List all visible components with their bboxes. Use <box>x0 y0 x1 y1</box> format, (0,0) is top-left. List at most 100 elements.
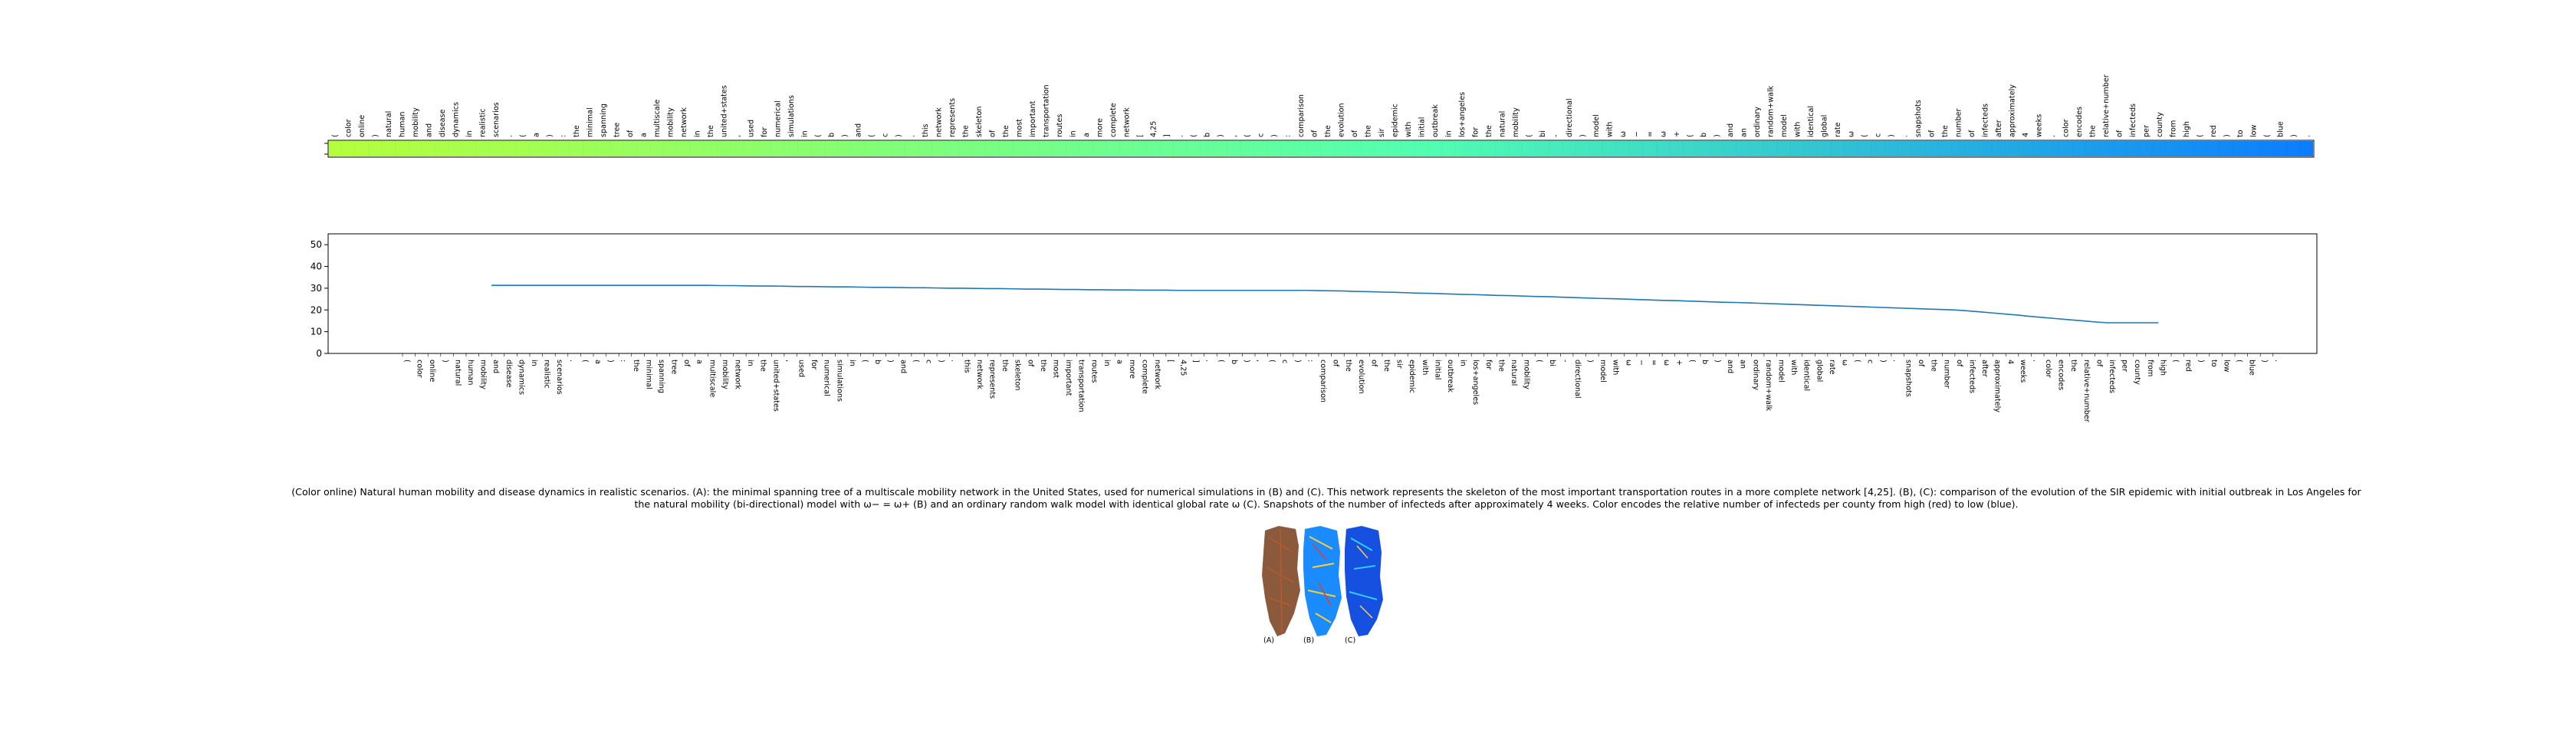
x-tick-label: and <box>899 360 907 373</box>
heatmap-cell <box>1468 140 1483 157</box>
heatmap-cell <box>851 140 866 157</box>
heatmap-token-label: online <box>358 115 366 137</box>
heatmap-token-label: routes <box>1056 114 1064 137</box>
x-tick-label: model <box>1777 360 1786 383</box>
heatmap-token-labels: (color online) natural human mobility and dise… <box>331 74 2312 137</box>
x-tick-label: in <box>1459 360 1467 366</box>
heatmap-cell <box>2139 140 2154 157</box>
heatmap-token-label: . <box>505 135 514 137</box>
heatmap-cell <box>449 140 463 157</box>
heatmap-token-label: spanning <box>600 104 608 137</box>
heatmap-cell <box>1374 140 1388 157</box>
heatmap-cell <box>1589 140 1603 157</box>
x-tick-label: spanning <box>657 360 665 393</box>
heatmap-token-label: high <box>2183 121 2191 137</box>
map-c-label: (C) <box>1345 636 1355 645</box>
x-tick-label: the <box>2069 360 2078 372</box>
x-tick-label: ) <box>441 360 449 363</box>
heatmap-token-label: ω <box>1659 131 1668 137</box>
heatmap-token-label: weeks <box>2035 114 2043 137</box>
heatmap-token-label: most <box>1015 119 1024 137</box>
x-tick-label: ( <box>2235 360 2243 363</box>
heatmap-cell <box>1173 140 1188 157</box>
heatmap-cell <box>1200 140 1214 157</box>
heatmap-token-label: the <box>1941 125 1950 137</box>
heatmap-cell <box>1012 140 1027 157</box>
x-tick-label: directional <box>1573 360 1582 399</box>
x-tick-label: mobility <box>479 360 488 389</box>
heatmap-token-label: . <box>1176 135 1184 137</box>
heatmap-token-label: ( <box>331 134 340 137</box>
heatmap-token-label: low <box>2249 124 2258 137</box>
heatmap-y-ticks <box>324 143 328 155</box>
heatmap-token-label: tree <box>613 123 621 137</box>
heatmap-cell <box>757 140 771 157</box>
heatmap-token-label: bi <box>1539 130 1547 137</box>
x-tick-label: a <box>593 360 602 364</box>
x-tick-label: los+angeles <box>1471 360 1480 405</box>
line-series <box>491 284 2159 324</box>
x-tick-label: approximately <box>1993 360 2002 412</box>
heatmap-cell <box>422 140 436 157</box>
heatmap-token-label: after <box>1995 120 2003 137</box>
heatmap-cell <box>569 140 583 157</box>
map-a-image: (A) <box>1262 526 1300 645</box>
heatmap-cell <box>341 140 356 157</box>
x-tick-label: mobility <box>721 360 729 389</box>
heatmap-cell <box>2005 140 2019 157</box>
heatmap-cell <box>1629 140 1644 157</box>
x-tick-label: . <box>1204 360 1213 362</box>
heatmap-token-label: infecteds <box>2129 104 2137 137</box>
heatmap-cell <box>1079 140 1093 157</box>
heatmap-token-label: mobility <box>1512 107 1520 137</box>
heatmap-token-label: and <box>425 123 433 137</box>
heatmap-cell <box>1696 140 1710 157</box>
heatmap-cell <box>918 140 932 157</box>
x-tick-label: of <box>1332 360 1340 367</box>
heatmap-cell <box>1186 140 1201 157</box>
x-tick-label: ) <box>2260 360 2269 363</box>
heatmap-token-label: b <box>827 133 836 137</box>
heatmap-token-label: an <box>1740 128 1748 137</box>
heatmap-cell <box>1267 140 1281 157</box>
x-tick-label: + <box>1675 360 1684 366</box>
heatmap-cell <box>1227 140 1241 157</box>
heatmap-cell <box>2259 140 2274 157</box>
heatmap-cell <box>1213 140 1227 157</box>
heatmap-cell <box>985 140 1000 157</box>
heatmap-token-label: of <box>1351 130 1359 137</box>
heatmap-cell <box>1092 140 1107 157</box>
map-c-image: (C) <box>1345 526 1383 645</box>
x-tick-label: ( <box>2171 360 2180 363</box>
x-tick-label: and <box>491 360 500 373</box>
x-tick-label: ) <box>2196 360 2205 363</box>
heatmap-cell <box>1240 140 1254 157</box>
heatmap-cell <box>864 140 879 157</box>
heatmap-cell <box>1723 140 1737 157</box>
heatmap-cell <box>1481 140 1496 157</box>
line-chart-frame <box>327 233 2318 354</box>
heatmap-cell <box>2233 140 2247 157</box>
heatmap-cell <box>810 140 825 157</box>
heatmap-token-label: network <box>1122 107 1131 137</box>
heatmap-cell <box>837 140 852 157</box>
x-tick-label: county <box>2133 360 2141 385</box>
x-tick-label: . <box>1891 360 1900 362</box>
heatmap-token-label: ( <box>1686 134 1694 137</box>
heatmap-token-label: county <box>2156 112 2164 137</box>
x-tick-label: routes <box>1089 360 1098 383</box>
x-tick-label: for <box>810 360 818 370</box>
heatmap-token-label: in <box>693 130 702 137</box>
heatmap-token-label: ) <box>2290 134 2298 137</box>
heatmap-cell <box>1293 140 1308 157</box>
heatmap-cell <box>1522 140 1536 157</box>
heatmap-cell <box>1951 140 1966 157</box>
x-tick-label: ) <box>1714 360 1722 363</box>
heatmap-cell <box>1710 140 1724 157</box>
heatmap-token-label: ) <box>1713 134 1721 137</box>
heatmap-token-label: complete <box>1109 103 1118 137</box>
heatmap-token-label: realistic <box>478 108 487 137</box>
x-tick-label: infecteds <box>1967 360 1976 393</box>
x-tick-label: ] <box>1191 360 1200 363</box>
x-tick-label: b <box>873 360 882 364</box>
